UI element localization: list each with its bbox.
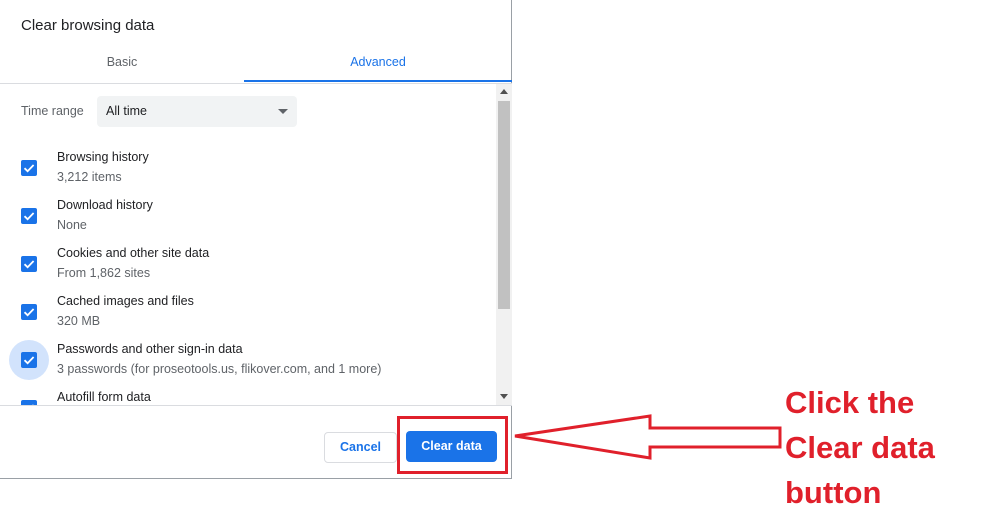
time-range-label: Time range bbox=[21, 104, 84, 118]
option-autofill[interactable]: Autofill form data bbox=[0, 390, 495, 405]
cancel-button[interactable]: Cancel bbox=[324, 432, 397, 463]
option-label: Browsing history bbox=[57, 150, 149, 164]
checkmark-icon bbox=[23, 260, 35, 269]
checkmark-icon bbox=[23, 308, 35, 317]
annotation-highlight-box bbox=[397, 416, 508, 474]
time-range-value: All time bbox=[106, 104, 147, 118]
option-label: Download history bbox=[57, 198, 153, 212]
scrollbar[interactable] bbox=[496, 84, 512, 405]
checkmark-icon bbox=[23, 356, 35, 365]
option-download-history[interactable]: Download history None bbox=[0, 198, 495, 242]
clear-browsing-data-dialog: Clear browsing data Basic Advanced Time … bbox=[0, 0, 512, 479]
checkmark-icon bbox=[23, 212, 35, 221]
annotation-line: button bbox=[785, 475, 882, 510]
checkbox-cached-images[interactable] bbox=[21, 304, 37, 320]
scroll-up-arrow-icon[interactable] bbox=[500, 89, 508, 94]
option-detail: 3 passwords (for proseotools.us, flikove… bbox=[57, 362, 382, 376]
option-detail: 320 MB bbox=[57, 314, 101, 328]
annotation-line: Clear data bbox=[785, 430, 935, 465]
option-detail: None bbox=[57, 218, 87, 232]
checkmark-icon bbox=[23, 164, 35, 173]
annotation-line: Click the bbox=[785, 385, 915, 420]
option-browsing-history[interactable]: Browsing history 3,212 items bbox=[0, 150, 495, 194]
time-range-select[interactable]: All time bbox=[97, 96, 297, 127]
option-detail: 3,212 items bbox=[57, 170, 122, 184]
scroll-down-arrow-icon[interactable] bbox=[500, 394, 508, 399]
annotation-arrow-icon bbox=[514, 414, 782, 460]
checkbox-cookies[interactable] bbox=[21, 256, 37, 272]
checkbox-passwords[interactable] bbox=[21, 352, 37, 368]
checkbox-browsing-history[interactable] bbox=[21, 160, 37, 176]
option-passwords[interactable]: Passwords and other sign-in data 3 passw… bbox=[0, 340, 495, 386]
dropdown-arrow-icon bbox=[278, 109, 288, 114]
checkbox-download-history[interactable] bbox=[21, 208, 37, 224]
tab-advanced[interactable]: Advanced bbox=[244, 46, 512, 82]
annotation-text: Click the Clear data button bbox=[785, 380, 985, 515]
option-detail: From 1,862 sites bbox=[57, 266, 151, 280]
option-cached-images[interactable]: Cached images and files 320 MB bbox=[0, 294, 495, 338]
options-panel: Time range All time Browsing history 3,2… bbox=[0, 84, 495, 405]
dialog-title: Clear browsing data bbox=[21, 17, 155, 34]
option-cookies[interactable]: Cookies and other site data From 1,862 s… bbox=[0, 246, 495, 290]
option-label: Autofill form data bbox=[57, 390, 151, 404]
option-label: Passwords and other sign-in data bbox=[57, 342, 243, 356]
option-label: Cached images and files bbox=[57, 294, 194, 308]
tab-basic[interactable]: Basic bbox=[0, 46, 244, 82]
scrollbar-thumb[interactable] bbox=[498, 101, 510, 309]
option-label: Cookies and other site data bbox=[57, 246, 210, 260]
tab-bar: Basic Advanced bbox=[0, 46, 512, 84]
